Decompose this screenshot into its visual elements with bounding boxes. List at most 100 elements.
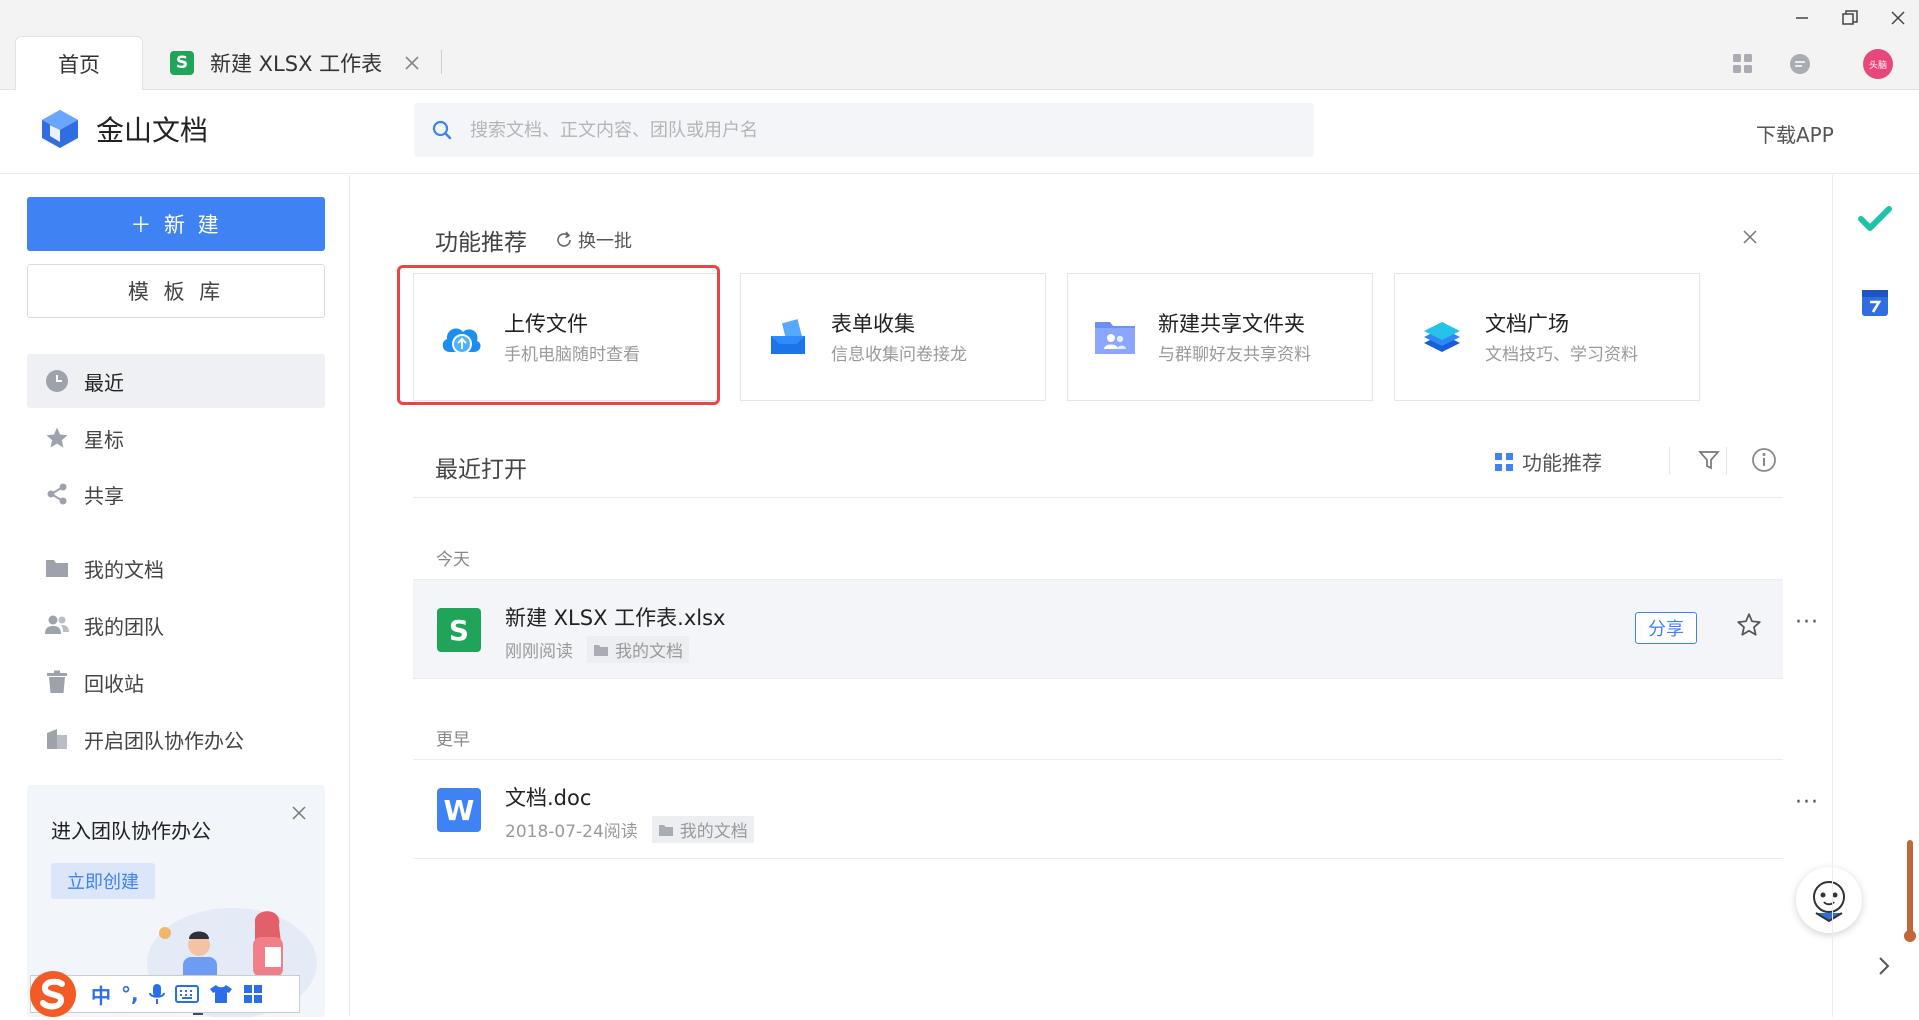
share-button[interactable]: 分享 xyxy=(1635,612,1697,644)
skin-icon xyxy=(209,984,233,1004)
more-options-icon[interactable]: ··· xyxy=(1795,610,1819,635)
title-bar: 首页 S 新建 XLSX 工作表 头脑 xyxy=(0,0,1919,90)
more-options-icon[interactable]: ··· xyxy=(1795,790,1819,815)
location-label: 我的文档 xyxy=(615,642,683,662)
file-name[interactable]: 新建 XLSX 工作表.xlsx xyxy=(505,602,725,632)
folder-icon xyxy=(593,643,609,657)
folder-icon xyxy=(658,823,674,837)
scroll-indicator[interactable] xyxy=(1907,840,1913,940)
sidebar-item-starred[interactable]: 星标 xyxy=(27,411,325,465)
filter-icon[interactable] xyxy=(1698,449,1720,471)
feature-card-form[interactable]: 表单收集 信息收集问卷接龙 xyxy=(740,273,1046,401)
message-icon[interactable] xyxy=(1784,48,1816,80)
toolbar-divider xyxy=(1726,447,1727,475)
sidebar-item-label: 我的团队 xyxy=(84,614,164,639)
tab-home[interactable]: 首页 xyxy=(15,36,143,90)
keyboard-icon xyxy=(174,985,199,1003)
close-tab-icon[interactable] xyxy=(404,55,420,71)
close-promo-icon[interactable] xyxy=(291,805,307,821)
sidebar-item-shared[interactable]: 共享 xyxy=(27,467,325,521)
card-title: 新建共享文件夹 xyxy=(1158,312,1305,336)
punctuation-icon: °, xyxy=(121,982,139,1006)
feature-card-shared-folder[interactable]: 新建共享文件夹 与群聊好友共享资料 xyxy=(1067,273,1373,401)
sidebar-item-label: 星标 xyxy=(84,427,124,452)
star-icon xyxy=(44,425,70,451)
tab-document-label: 新建 XLSX 工作表 xyxy=(210,52,383,76)
feature-section-title: 功能推荐 xyxy=(435,230,527,256)
file-location[interactable]: 我的文档 xyxy=(587,636,689,663)
building-icon xyxy=(44,726,70,752)
info-icon[interactable] xyxy=(1751,447,1777,473)
file-row-xlsx[interactable]: S 新建 XLSX 工作表.xlsx 刚刚阅读 我的文档 分享 ··· xyxy=(413,580,1818,678)
folder-icon xyxy=(44,555,70,581)
sidebar-item-my-documents[interactable]: 我的文档 xyxy=(27,541,325,595)
doc-file-icon: W xyxy=(437,788,481,832)
recent-section-title: 最近打开 xyxy=(435,457,527,483)
sidebar-item-my-team[interactable]: 我的团队 xyxy=(27,598,325,652)
sidebar-item-label: 共享 xyxy=(84,483,124,508)
team-icon xyxy=(44,612,70,638)
sidebar-item-label: 回收站 xyxy=(84,671,144,696)
search-input[interactable] xyxy=(470,119,1290,141)
feature-recommend-toggle[interactable]: 功能推荐 xyxy=(1494,447,1602,476)
sidebar-item-recent[interactable]: 最近 xyxy=(27,354,325,408)
avatar-label: 头脑 xyxy=(1863,49,1893,79)
shared-folder-icon xyxy=(1092,314,1138,360)
microphone-icon xyxy=(148,983,165,1005)
search-icon xyxy=(432,120,452,140)
group-label-today: 今天 xyxy=(436,550,470,570)
star-outline-icon[interactable] xyxy=(1736,612,1762,638)
sidebar-item-trash[interactable]: 回收站 xyxy=(27,655,325,709)
sidebar: ＋ 新 建 模 板 库 最近 星标 共享 我的文档 我的团队 回收站 开启团队协… xyxy=(0,175,350,1017)
apps-grid-icon[interactable] xyxy=(1727,48,1759,80)
download-app-link[interactable]: 下载APP xyxy=(1756,119,1834,148)
trash-icon xyxy=(44,669,70,695)
new-button[interactable]: ＋ 新 建 xyxy=(27,197,325,251)
toolbar-divider xyxy=(1669,447,1670,475)
section-divider xyxy=(413,497,1783,498)
card-title: 文档广场 xyxy=(1485,312,1569,336)
form-collect-icon xyxy=(765,314,811,360)
avatar[interactable]: 头脑 xyxy=(1862,48,1894,80)
group-label-earlier: 更早 xyxy=(436,730,470,750)
ime-toolbar[interactable]: 中 °, xyxy=(30,971,300,1017)
feature-card-doc-plaza[interactable]: 文档广场 文档技巧、学习资料 xyxy=(1394,273,1700,401)
close-window-icon[interactable] xyxy=(1880,6,1916,30)
file-row-doc[interactable]: W 文档.doc 2018-07-24阅读 我的文档 ··· xyxy=(413,760,1818,858)
kingsoft-logo-icon xyxy=(40,108,80,150)
recent-tool-label: 功能推荐 xyxy=(1522,451,1602,475)
tab-document[interactable]: S 新建 XLSX 工作表 xyxy=(170,36,450,90)
sidebar-item-label: 最近 xyxy=(84,370,124,395)
main-content: 功能推荐 换一批 上传文件 手机电脑随时查看 表单收集 信息收集问卷接龙 新建共… xyxy=(351,175,1862,1017)
file-name[interactable]: 文档.doc xyxy=(505,782,591,812)
minimize-icon[interactable] xyxy=(1784,6,1820,30)
file-time: 2018-07-24阅读 xyxy=(505,822,638,842)
location-label: 我的文档 xyxy=(679,822,748,842)
refresh-icon xyxy=(555,231,573,249)
scroll-indicator-bulb xyxy=(1904,930,1916,942)
restore-icon[interactable] xyxy=(1832,6,1868,30)
calendar-icon[interactable] xyxy=(1861,287,1889,317)
app-header: 金山文档 下载APP xyxy=(0,91,1919,174)
ime-lang-label: 中 xyxy=(91,983,111,1008)
file-location[interactable]: 我的文档 xyxy=(651,816,754,843)
brand[interactable]: 金山文档 xyxy=(40,108,208,150)
chevron-right-icon[interactable] xyxy=(1877,955,1891,977)
layers-icon xyxy=(1419,314,1465,360)
template-library-button[interactable]: 模 板 库 xyxy=(27,264,325,318)
toolbox-icon xyxy=(243,984,263,1004)
check-todo-icon[interactable] xyxy=(1858,205,1892,235)
group-divider xyxy=(413,678,1783,679)
search-bar[interactable] xyxy=(414,103,1314,157)
refresh-button[interactable]: 换一批 xyxy=(555,227,632,253)
xlsx-file-icon: S xyxy=(437,608,481,652)
share-icon xyxy=(44,481,70,507)
card-title: 表单收集 xyxy=(831,312,915,336)
close-features-icon[interactable] xyxy=(1742,229,1758,245)
sidebar-item-label: 我的文档 xyxy=(84,557,164,582)
brand-name: 金山文档 xyxy=(96,114,209,147)
card-subtitle: 文档技巧、学习资料 xyxy=(1485,345,1638,365)
promo-title: 进入团队协作办公 xyxy=(51,819,211,843)
sidebar-item-team-collaboration[interactable]: 开启团队协作办公 xyxy=(27,712,325,766)
refresh-label: 换一批 xyxy=(578,231,632,252)
